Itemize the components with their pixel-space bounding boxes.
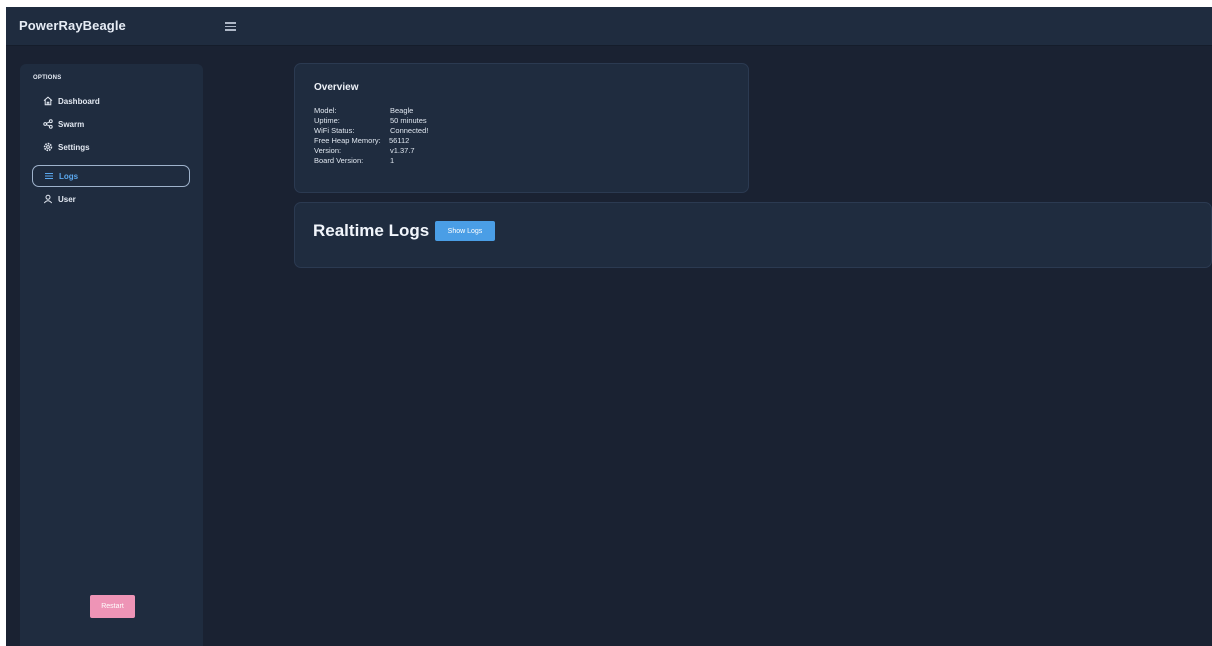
info-label: Free Heap Memory: bbox=[314, 136, 381, 145]
restart-button[interactable]: Restart bbox=[90, 595, 135, 618]
home-icon bbox=[42, 96, 53, 107]
info-value: 1 bbox=[390, 156, 395, 165]
sidebar-item-user[interactable]: User bbox=[32, 188, 190, 210]
info-row-uptime: Uptime: 50 minutes bbox=[314, 116, 514, 126]
sidebar-heading: OPTIONS bbox=[33, 75, 62, 81]
info-row-model: Model: Beagle bbox=[314, 106, 514, 116]
user-icon bbox=[42, 194, 53, 205]
info-label: Model: bbox=[314, 106, 337, 115]
info-row-board-version: Board Version: 1 bbox=[314, 156, 514, 166]
info-label: Uptime: bbox=[314, 116, 340, 125]
sidebar-item-dashboard[interactable]: Dashboard bbox=[32, 90, 190, 112]
overview-card: Overview Model: Beagle Uptime: 50 minute… bbox=[294, 63, 749, 193]
sidebar-item-settings[interactable]: Settings bbox=[32, 136, 190, 158]
sidebar: OPTIONS Dashboard Swarm Settings Logs Us… bbox=[20, 64, 203, 646]
sidebar-item-label: Settings bbox=[58, 142, 90, 152]
top-bar: PowerRayBeagle bbox=[6, 7, 1212, 46]
info-row-free-heap-memory: Free Heap Memory: 56112 bbox=[314, 136, 514, 146]
sidebar-item-swarm[interactable]: Swarm bbox=[32, 113, 190, 135]
info-row-wifi-status: WiFi Status: Connected! bbox=[314, 126, 514, 136]
app-title: PowerRayBeagle bbox=[19, 18, 126, 33]
info-label: Board Version: bbox=[314, 156, 364, 165]
sidebar-item-label: Swarm bbox=[58, 119, 85, 129]
sidebar-item-label: Logs bbox=[59, 171, 79, 181]
gear-icon bbox=[42, 142, 53, 153]
info-value: 50 minutes bbox=[390, 116, 427, 125]
share-icon bbox=[42, 119, 53, 130]
list-icon bbox=[43, 171, 54, 182]
info-row-version: Version: v1.37.7 bbox=[314, 146, 514, 156]
hamburger-menu-icon[interactable] bbox=[224, 19, 238, 33]
overview-title: Overview bbox=[314, 82, 359, 93]
sidebar-item-logs[interactable]: Logs bbox=[32, 165, 190, 187]
info-label: Version: bbox=[314, 146, 342, 155]
realtime-logs-title: Realtime Logs bbox=[313, 221, 430, 240]
realtime-logs-card: Realtime Logs Show Logs bbox=[294, 202, 1212, 268]
app-window: PowerRayBeagle OPTIONS Dashboard Swarm S… bbox=[6, 7, 1212, 646]
info-label: WiFi Status: bbox=[314, 126, 355, 135]
sidebar-item-label: User bbox=[58, 194, 76, 204]
info-value: v1.37.7 bbox=[390, 146, 415, 155]
info-value: Beagle bbox=[390, 106, 414, 115]
info-value: 56112 bbox=[389, 136, 410, 145]
show-logs-button[interactable]: Show Logs bbox=[435, 221, 495, 241]
info-value: Connected! bbox=[390, 126, 429, 135]
sidebar-item-label: Dashboard bbox=[58, 96, 100, 106]
